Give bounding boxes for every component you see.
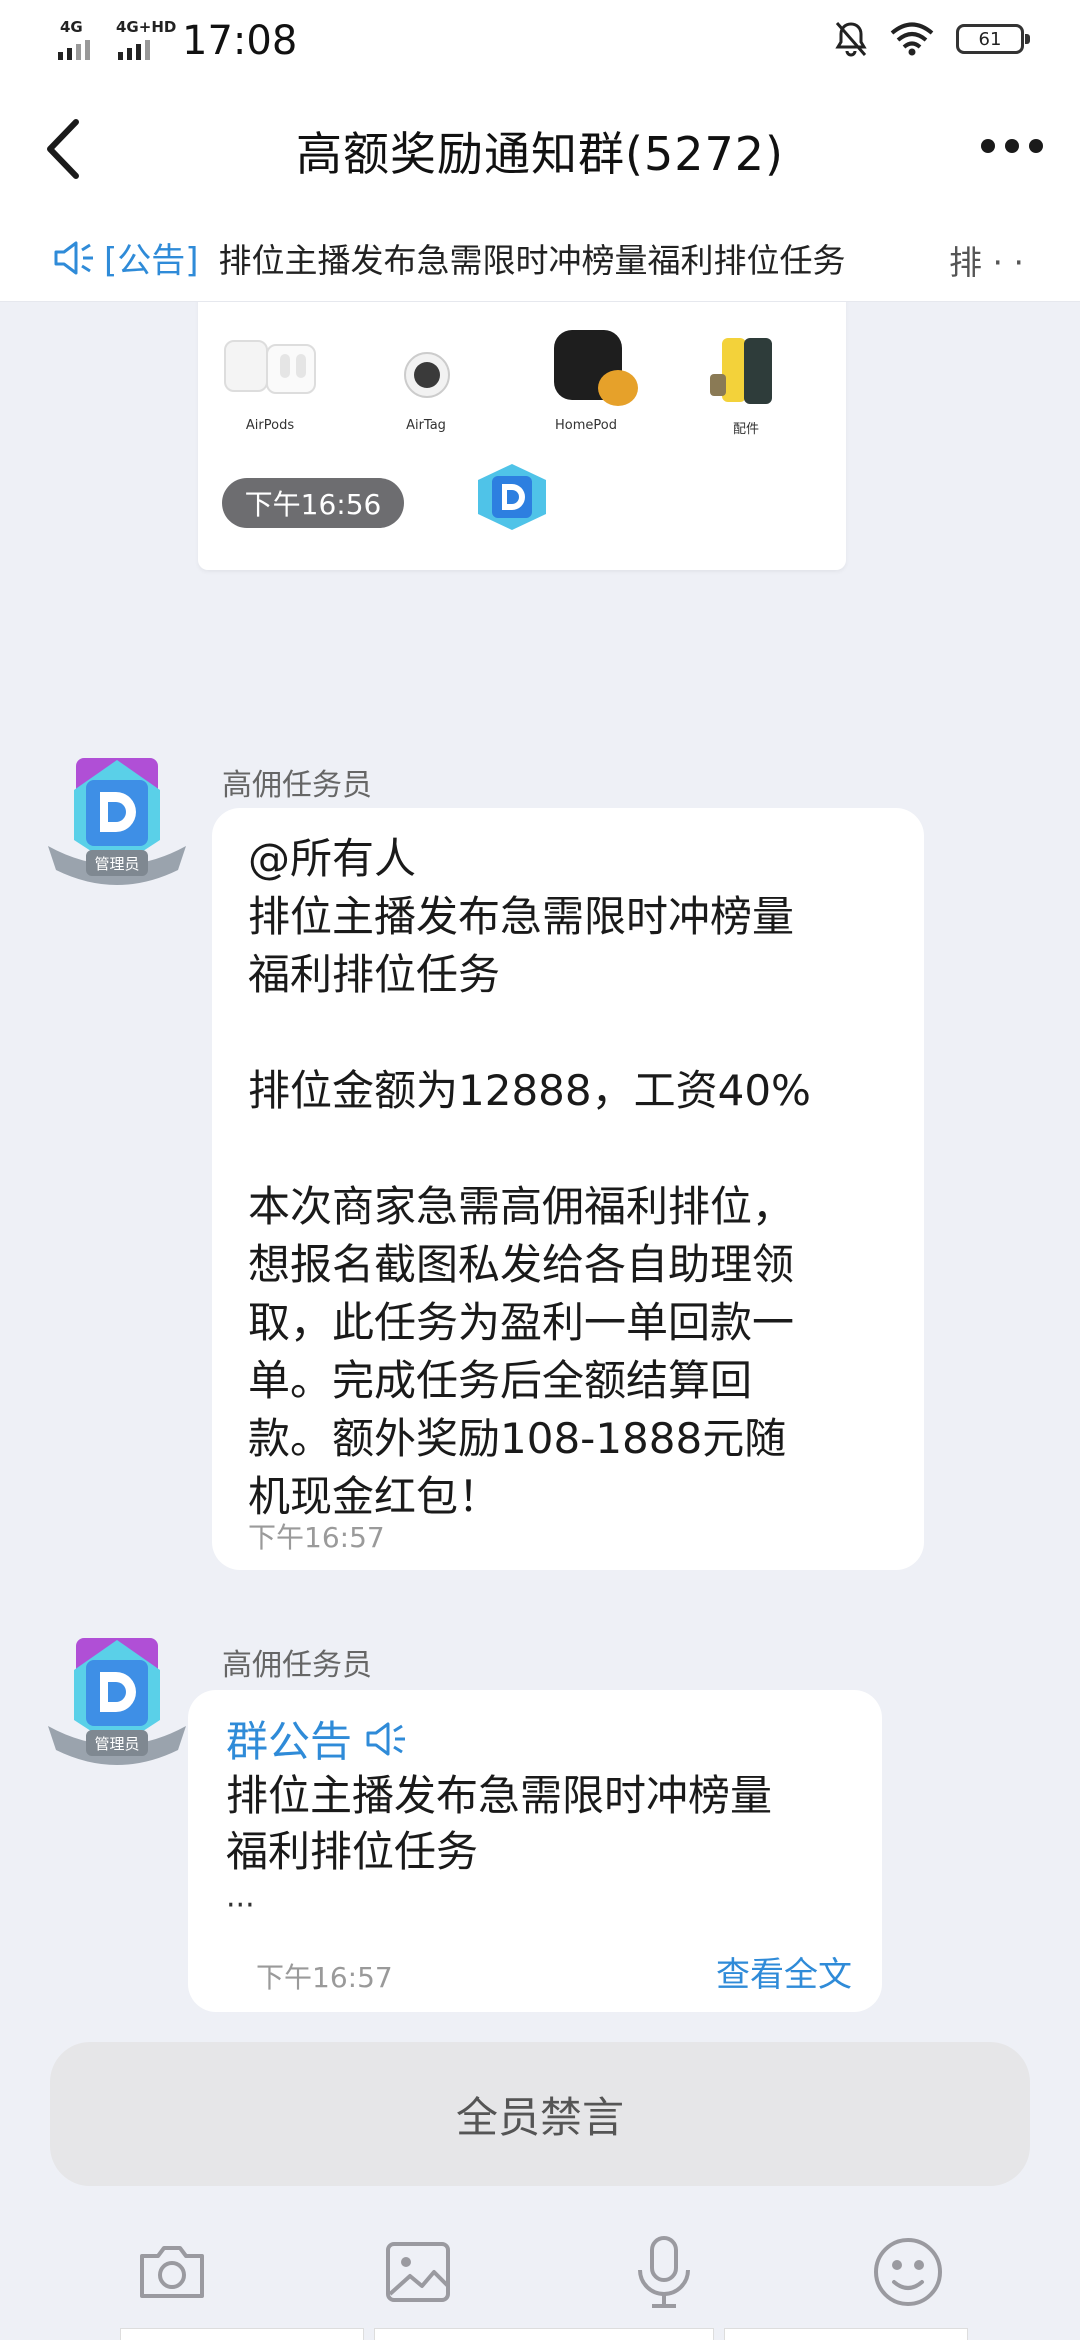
message-timestamp: 下午16:57: [256, 1961, 393, 1994]
product-label: AirPods: [245, 418, 295, 433]
input-toolbar: [0, 2200, 1080, 2340]
more-options-icon[interactable]: [972, 126, 1052, 166]
product-label: AirTag: [406, 418, 446, 433]
signal-icon: [58, 40, 90, 60]
product-label: HomePod: [555, 418, 617, 433]
chat-area[interactable]: AirPods AirTag HomePod 配件 下午16:56 管理员 高佣…: [0, 302, 1080, 2042]
image-icon[interactable]: [378, 2232, 458, 2312]
announcement-tag: [公告]: [104, 241, 199, 281]
admin-avatar-icon[interactable]: 管理员: [42, 1630, 192, 1780]
wifi-icon: [890, 22, 934, 56]
announcement-ellipsis: ···: [226, 1888, 255, 1923]
network-type-label-2: 4G+HD: [116, 18, 177, 36]
message-bubble[interactable]: @所有人 排位主播发布急需限时冲榜量 福利排位任务 排位金额为12888，工资4…: [212, 808, 924, 1570]
mute-bell-icon: [835, 22, 867, 57]
speaker-icon: [54, 241, 93, 274]
announcement-card-header: 群公告: [226, 1708, 408, 1769]
clock: 17:08: [182, 18, 298, 64]
system-icons: 61: [834, 20, 1030, 58]
image-message[interactable]: AirPods AirTag HomePod 配件 下午16:56: [198, 302, 846, 570]
product-label: 配件: [732, 422, 759, 437]
battery-level: 61: [978, 28, 1002, 50]
status-bar: 4G 4G+HD 17:08 61: [0, 0, 1080, 84]
airtag-icon: [376, 330, 476, 410]
admin-badge-label: 管理员: [94, 855, 139, 873]
announcement-bar[interactable]: [公告] 排位主播发布急需限时冲榜量福利排位任务 排 · ·: [0, 214, 1080, 302]
speaker-icon: [366, 1722, 406, 1755]
page-title: 高额奖励通知群(5272): [296, 127, 784, 181]
product-accessories: 配件: [686, 330, 806, 437]
product-airpods: AirPods: [210, 330, 330, 433]
app-logo-icon: [478, 464, 546, 530]
view-full-text-link[interactable]: 查看全文: [716, 1947, 852, 1996]
product-homepod: HomePod: [526, 330, 646, 433]
announcement-next: 排 · ·: [949, 243, 1024, 282]
message-text: @所有人 排位主播发布急需限时冲榜量 福利排位任务 排位金额为12888，工资4…: [248, 834, 811, 1521]
bottom-panel-edge: [0, 2328, 1080, 2340]
sender-name: 高佣任务员: [222, 768, 372, 803]
admin-badge-label: 管理员: [94, 1735, 139, 1753]
sender-name: 高佣任务员: [222, 1648, 372, 1683]
all-muted-banner: 全员禁言: [50, 2042, 1030, 2186]
announcement-card-text: 排位主播发布急需限时冲榜量 福利排位任务: [226, 1771, 773, 1876]
header: 高额奖励通知群(5272): [0, 84, 1080, 214]
image-timestamp: 下午16:56: [222, 478, 404, 528]
signal-icon-2: [118, 40, 150, 60]
microphone-icon[interactable]: [624, 2232, 704, 2312]
signal-indicators: 4G 4G+HD: [58, 18, 178, 62]
product-airtag: AirTag: [366, 330, 486, 433]
announcement-text: 排位主播发布急需限时冲榜量福利排位任务: [218, 240, 846, 280]
network-type-label: 4G: [60, 18, 83, 36]
admin-avatar-icon[interactable]: 管理员: [42, 750, 192, 900]
announcement-card-title: 群公告: [226, 1717, 353, 1766]
homepod-icon: [536, 330, 638, 410]
emoji-icon[interactable]: [868, 2232, 948, 2312]
camera-icon[interactable]: [132, 2232, 212, 2312]
battery-icon: 61: [956, 24, 1030, 54]
message-timestamp: 下午16:57: [248, 1521, 385, 1554]
announcement-card[interactable]: 群公告 排位主播发布急需限时冲榜量 福利排位任务 ··· 下午16:57 查看全…: [188, 1690, 882, 2012]
accessories-icon: [696, 330, 796, 410]
airpods-icon: [220, 330, 320, 410]
